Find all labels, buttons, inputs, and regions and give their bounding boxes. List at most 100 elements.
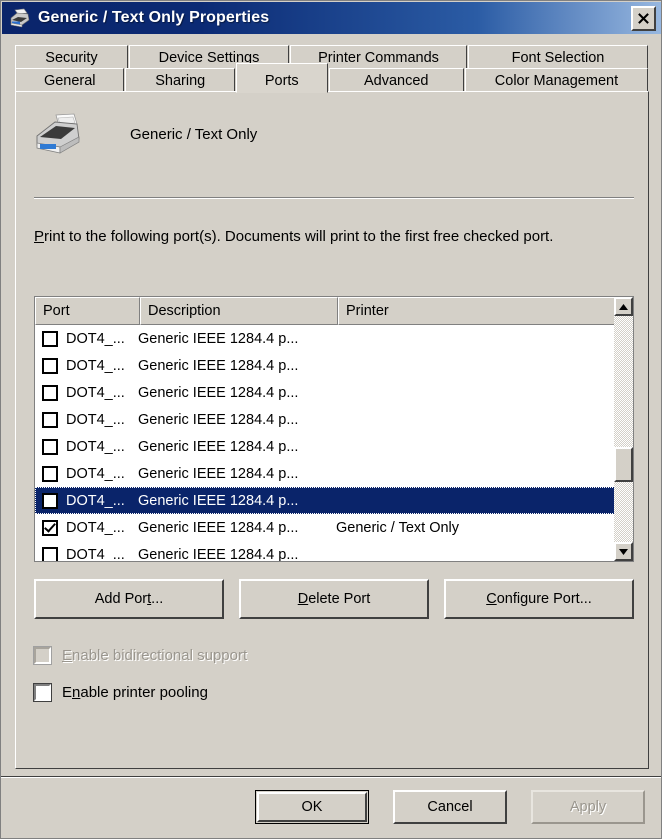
row-checkbox[interactable] [42,492,58,509]
tab-label: General [43,73,96,89]
ports-list-scrollbar[interactable] [614,297,633,561]
cell-port: DOT4_... [66,546,125,562]
cell-description: Generic IEEE 1284.4 p... [138,438,299,455]
column-header-printer[interactable]: Printer [338,297,616,325]
tab-label: Advanced [363,73,429,89]
tab-label: Ports [264,73,299,89]
divider [34,197,634,199]
tab-advanced[interactable]: Advanced [328,68,464,93]
table-row[interactable]: DOT4_... Generic IEEE 1284.4 p... [35,460,633,487]
cell-port: DOT4_... [66,384,125,401]
ports-tab-page: Generic / Text Only Print to the followi… [15,91,649,769]
printer-icon [9,8,31,28]
tab-row-lower: General Sharing Ports Advanced Color Man… [15,63,649,93]
button-label-post: ... [151,591,164,607]
table-row[interactable]: DOT4_... Generic IEEE 1284.4 p... Generi… [35,514,633,541]
tab-sharing[interactable]: Sharing [125,68,235,93]
button-label-post: onfigure Port... [496,591,592,607]
tab-security[interactable]: Security [15,45,128,70]
tab-color-management[interactable]: Color Management [464,68,649,93]
delete-port-button[interactable]: Delete Port [239,579,429,619]
tab-label: Color Management [494,73,619,89]
port-action-buttons: Add Por t... Delete Port Configure Port..… [34,579,634,619]
checkbox-label: Enable bidirectional support [62,647,247,664]
ports-list-body: DOT4_... Generic IEEE 1284.4 p... DOT4_.… [35,325,633,562]
button-label: Apply [569,799,607,815]
row-checkbox[interactable] [42,465,58,482]
column-header-port[interactable]: Port [35,297,140,325]
scrollbar-thumb[interactable] [614,447,633,482]
row-checkbox[interactable] [42,384,58,401]
cell-port: DOT4_... [66,330,125,347]
title-bar: Generic / Text Only Properties [2,2,661,34]
close-button[interactable] [631,5,656,31]
table-row[interactable]: DOT4_... Generic IEEE 1284.4 p... [35,406,633,433]
ok-button-inner: OK [257,792,367,822]
dialog-buttons: OK Cancel Apply [255,790,645,824]
cell-description: Generic IEEE 1284.4 p... [138,330,299,347]
button-label: Cancel [427,799,473,815]
enable-printer-pooling-checkbox[interactable]: Enable printer pooling [33,683,208,702]
cell-description: Generic IEEE 1284.4 p... [138,357,299,374]
tab-font-selection[interactable]: Font Selection [468,45,648,70]
tab-general[interactable]: General [15,68,125,93]
triangle-down-icon [619,548,628,555]
table-row[interactable]: DOT4_... Generic IEEE 1284.4 p... [35,541,633,562]
cell-port: DOT4_... [66,438,125,455]
instructions-accesskey: P [34,228,45,245]
table-row[interactable]: DOT4_... Generic IEEE 1284.4 p... [35,433,633,460]
tab-label: Font Selection [511,50,605,66]
apply-button: Apply [531,790,645,824]
cell-port: DOT4_... [66,465,125,482]
table-row[interactable]: DOT4_... Generic IEEE 1284.4 p... [35,325,633,352]
close-icon [638,12,649,24]
table-row-selected[interactable]: DOT4_... Generic IEEE 1284.4 p... [35,487,633,514]
column-header-description[interactable]: Description [140,297,338,325]
column-label: Port [43,303,70,319]
cell-description: Generic IEEE 1284.4 p... [138,384,299,401]
tab-label: Security [45,50,98,66]
tab-strip: Security Device Settings Printer Command… [15,45,649,93]
add-port-button[interactable]: Add Por t... [34,579,224,619]
ok-button[interactable]: OK [255,790,369,824]
tab-label: Printer Commands [318,50,439,66]
button-accesskey: C [486,591,497,607]
enable-bidirectional-support-checkbox: Enable bidirectional support [33,646,247,665]
printer-large-icon [32,112,84,156]
scroll-down-button[interactable] [614,542,633,561]
label-post: able printer pooling [80,684,208,701]
table-row[interactable]: DOT4_... Generic IEEE 1284.4 p... [35,379,633,406]
row-checkbox[interactable] [42,411,58,428]
row-checkbox[interactable] [42,438,58,455]
scroll-up-button[interactable] [614,297,633,316]
configure-port-button[interactable]: Configure Port... [444,579,634,619]
cancel-button[interactable]: Cancel [393,790,507,824]
checkbox-label: Enable printer pooling [62,684,208,701]
tab-row-upper: Security Device Settings Printer Command… [15,45,649,70]
cell-port: DOT4_... [66,519,125,536]
dialog-separator [1,776,661,778]
checkbox-box[interactable] [33,683,52,702]
button-label-post: elete Port [308,591,371,607]
row-checkbox[interactable] [42,330,58,347]
printer-name: Generic / Text Only [130,125,258,143]
cell-description: Generic IEEE 1284.4 p... [138,546,299,562]
tab-ports[interactable]: Ports [235,63,328,93]
ports-list[interactable]: Port Description Printer DOT4_... Generi… [34,296,634,562]
window-title: Generic / Text Only Properties [38,9,270,26]
table-row[interactable]: DOT4_... Generic IEEE 1284.4 p... [35,352,633,379]
instructions-body: rint to the following port(s). Documents… [44,228,554,245]
triangle-up-icon [619,303,628,310]
instructions-text: Print to the following port(s). Document… [34,225,634,249]
cell-description: Generic IEEE 1284.4 p... [138,519,299,536]
printer-properties-dialog: Generic / Text Only Properties Security … [0,0,662,839]
cell-description: Generic IEEE 1284.4 p... [138,411,299,428]
column-label: Description [148,303,221,319]
cell-port: DOT4_... [66,492,125,509]
label-post: nable bidirectional support [72,647,248,664]
button-label: OK [301,799,323,815]
row-checkbox[interactable] [42,546,58,561]
row-checkbox-checked[interactable] [42,519,58,536]
cell-port: DOT4_... [66,357,125,374]
row-checkbox[interactable] [42,357,58,374]
